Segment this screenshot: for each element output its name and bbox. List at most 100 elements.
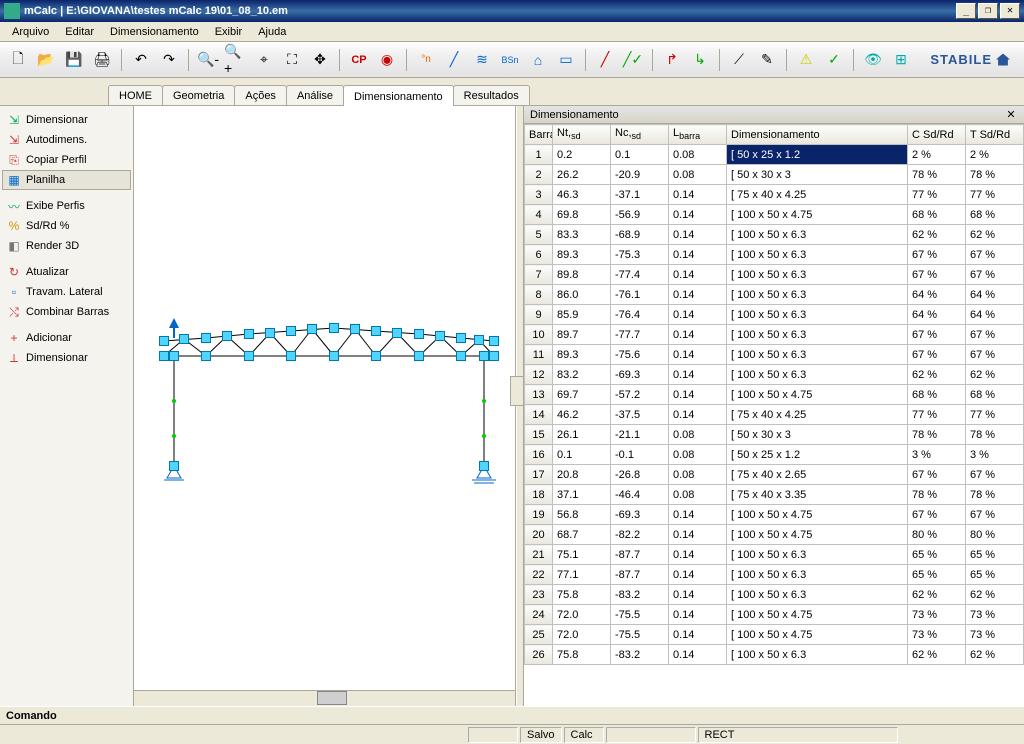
cell-t[interactable]: 78 % xyxy=(966,425,1024,445)
cell-b[interactable]: 21 xyxy=(525,545,553,565)
sidebar-item-autodimens-[interactable]: ⇲Autodimens. xyxy=(2,130,131,150)
cell-nc[interactable]: -46.4 xyxy=(611,485,669,505)
table-row[interactable]: 2277.1-87.70.14[ 100 x 50 x 6.365 %65 % xyxy=(525,565,1024,585)
cell-dim[interactable]: [ 100 x 50 x 4.75 xyxy=(727,505,908,525)
truss-node[interactable] xyxy=(456,351,466,361)
table-row[interactable]: 789.8-77.40.14[ 100 x 50 x 6.367 %67 % xyxy=(525,265,1024,285)
cell-dim[interactable]: [ 100 x 50 x 4.75 xyxy=(727,205,908,225)
cell-t[interactable]: 77 % xyxy=(966,405,1024,425)
table-row[interactable]: 1720.8-26.80.08[ 75 x 40 x 2.6567 %67 % xyxy=(525,465,1024,485)
truss-node[interactable] xyxy=(201,351,211,361)
truss-node[interactable] xyxy=(307,324,317,334)
cell-nc[interactable]: -75.3 xyxy=(611,245,669,265)
cell-nt[interactable]: 69.7 xyxy=(553,385,611,405)
menu-exibir[interactable]: Exibir xyxy=(207,24,251,40)
tab-resultados[interactable]: Resultados xyxy=(453,85,530,105)
cell-nt[interactable]: 83.3 xyxy=(553,225,611,245)
cell-c[interactable]: 77 % xyxy=(908,185,966,205)
close-button[interactable]: ✕ xyxy=(1000,3,1020,19)
table-row[interactable]: 2175.1-87.70.14[ 100 x 50 x 6.365 %65 % xyxy=(525,545,1024,565)
cell-c[interactable]: 62 % xyxy=(908,585,966,605)
cell-dim[interactable]: [ 100 x 50 x 4.75 xyxy=(727,525,908,545)
cell-c[interactable]: 62 % xyxy=(908,225,966,245)
cell-lb[interactable]: 0.14 xyxy=(669,405,727,425)
cell-nc[interactable]: -77.7 xyxy=(611,325,669,345)
cell-t[interactable]: 3 % xyxy=(966,445,1024,465)
cell-nc[interactable]: -75.6 xyxy=(611,345,669,365)
cell-t[interactable]: 67 % xyxy=(966,265,1024,285)
truss-node[interactable] xyxy=(479,461,489,471)
cell-c[interactable]: 67 % xyxy=(908,465,966,485)
cell-dim[interactable]: [ 75 x 40 x 4.25 xyxy=(727,405,908,425)
cell-nt[interactable]: 89.3 xyxy=(553,245,611,265)
cell-c[interactable]: 68 % xyxy=(908,205,966,225)
cell-nt[interactable]: 46.3 xyxy=(553,185,611,205)
cell-nc[interactable]: -21.1 xyxy=(611,425,669,445)
cell-b[interactable]: 25 xyxy=(525,625,553,645)
results-grid[interactable]: BarraNt,sdNc,sdLbarraDimensionamentoC Sd… xyxy=(524,124,1024,706)
cell-nt[interactable]: 86.0 xyxy=(553,285,611,305)
table-row[interactable]: 689.3-75.30.14[ 100 x 50 x 6.367 %67 % xyxy=(525,245,1024,265)
redo-icon[interactable]: ↷ xyxy=(157,48,181,72)
cell-t[interactable]: 78 % xyxy=(966,485,1024,505)
cell-nt[interactable]: 77.1 xyxy=(553,565,611,585)
cell-dim[interactable]: [ 100 x 50 x 6.3 xyxy=(727,365,908,385)
cell-t[interactable]: 73 % xyxy=(966,605,1024,625)
cell-dim[interactable]: [ 100 x 50 x 6.3 xyxy=(727,585,908,605)
truss-node[interactable] xyxy=(392,328,402,338)
cell-dim[interactable]: [ 75 x 40 x 2.65 xyxy=(727,465,908,485)
cell-lb[interactable]: 0.14 xyxy=(669,645,727,665)
cell-c[interactable]: 3 % xyxy=(908,445,966,465)
truss-node[interactable] xyxy=(371,351,381,361)
cell-c[interactable]: 65 % xyxy=(908,565,966,585)
cell-lb[interactable]: 0.14 xyxy=(669,525,727,545)
cell-nt[interactable]: 46.2 xyxy=(553,405,611,425)
cell-lb[interactable]: 0.14 xyxy=(669,185,727,205)
cell-t[interactable]: 62 % xyxy=(966,585,1024,605)
cell-lb[interactable]: 0.08 xyxy=(669,485,727,505)
truss-node[interactable] xyxy=(286,351,296,361)
truss-node[interactable] xyxy=(371,326,381,336)
cell-c[interactable]: 80 % xyxy=(908,525,966,545)
cell-t[interactable]: 67 % xyxy=(966,345,1024,365)
cell-c[interactable]: 62 % xyxy=(908,645,966,665)
cell-b[interactable]: 11 xyxy=(525,345,553,365)
sidebar-item-planilha[interactable]: ▦Planilha xyxy=(2,170,131,190)
truss-node[interactable] xyxy=(456,333,466,343)
cell-nc[interactable]: 0.1 xyxy=(611,145,669,165)
frame-icon[interactable]: ▭ xyxy=(554,48,578,72)
cell-b[interactable]: 8 xyxy=(525,285,553,305)
cell-b[interactable]: 22 xyxy=(525,565,553,585)
truss-node[interactable] xyxy=(479,351,489,361)
cell-b[interactable]: 1 xyxy=(525,145,553,165)
cell-nc[interactable]: -68.9 xyxy=(611,225,669,245)
cell-nc[interactable]: -69.3 xyxy=(611,505,669,525)
cell-lb[interactable]: 0.14 xyxy=(669,365,727,385)
column-header[interactable]: Lbarra xyxy=(669,125,727,145)
cell-nc[interactable]: -37.5 xyxy=(611,405,669,425)
undo-icon[interactable]: ↶ xyxy=(129,48,153,72)
menu-ajuda[interactable]: Ajuda xyxy=(250,24,294,40)
cell-dim[interactable]: [ 100 x 50 x 6.3 xyxy=(727,345,908,365)
menu-editar[interactable]: Editar xyxy=(57,24,102,40)
print-icon[interactable]: 🖨 xyxy=(90,48,114,72)
cell-dim[interactable]: [ 100 x 50 x 6.3 xyxy=(727,245,908,265)
cell-nc[interactable]: -37.1 xyxy=(611,185,669,205)
cell-nc[interactable]: -75.5 xyxy=(611,625,669,645)
cell-c[interactable]: 67 % xyxy=(908,505,966,525)
truss-node[interactable] xyxy=(244,329,254,339)
cell-lb[interactable]: 0.14 xyxy=(669,345,727,365)
cell-t[interactable]: 67 % xyxy=(966,505,1024,525)
cell-c[interactable]: 78 % xyxy=(908,165,966,185)
bsn-icon[interactable]: BSn xyxy=(498,48,522,72)
splitter[interactable] xyxy=(516,106,524,706)
table-row[interactable]: 886.0-76.10.14[ 100 x 50 x 6.364 %64 % xyxy=(525,285,1024,305)
cell-dim[interactable]: [ 100 x 50 x 6.3 xyxy=(727,645,908,665)
truss-node[interactable] xyxy=(159,336,169,346)
cell-lb[interactable]: 0.14 xyxy=(669,585,727,605)
distance-icon[interactable]: ⟋ xyxy=(727,48,751,72)
cell-lb[interactable]: 0.14 xyxy=(669,245,727,265)
cell-nc[interactable]: -77.4 xyxy=(611,265,669,285)
cell-dim[interactable]: [ 50 x 25 x 1.2 xyxy=(727,145,908,165)
pan-icon[interactable]: ✥ xyxy=(308,48,332,72)
